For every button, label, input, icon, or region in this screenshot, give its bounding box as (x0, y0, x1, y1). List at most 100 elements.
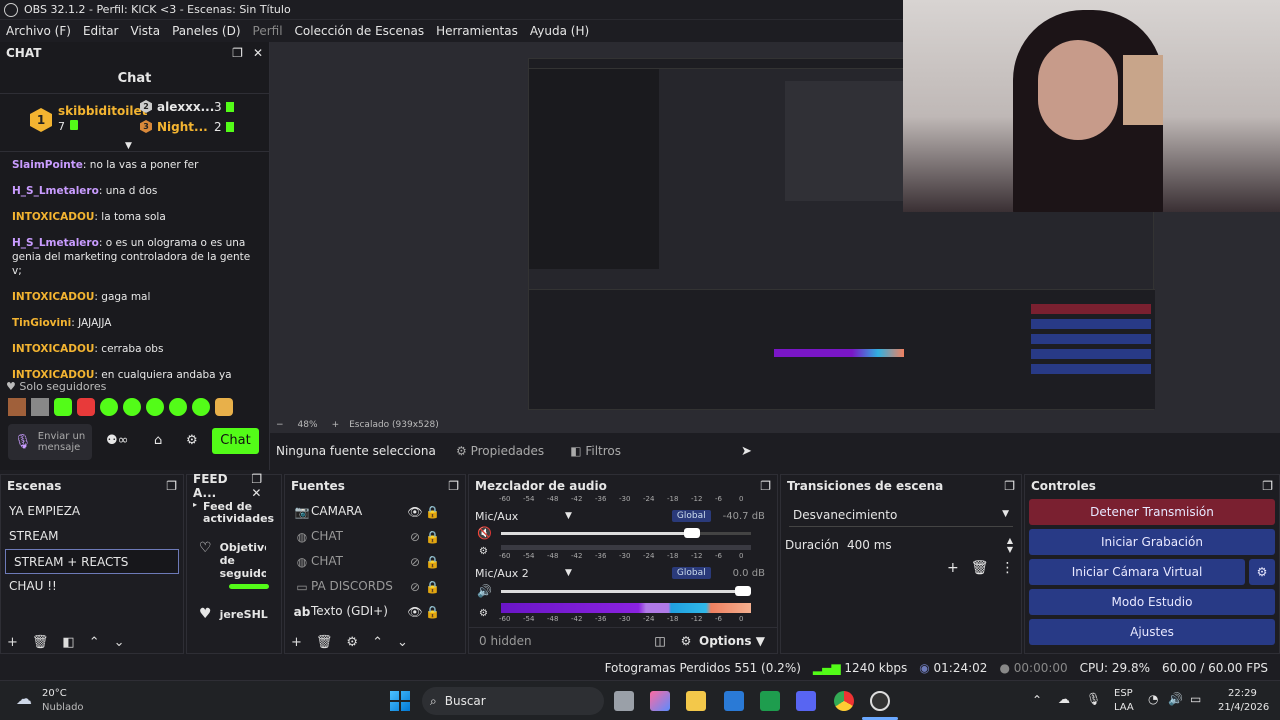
more-icon[interactable]: ⋮ (1001, 561, 1015, 575)
layout-icon[interactable]: ◫ (647, 635, 673, 647)
store-icon[interactable]: ⌂ (154, 434, 162, 447)
eye-hidden-icon[interactable]: ⊘ (405, 556, 425, 568)
float-icon[interactable]: ❐ (760, 480, 771, 492)
start-icon[interactable] (390, 691, 410, 711)
emote-icon[interactable] (123, 398, 141, 416)
muted-speaker-icon[interactable]: 🔇 (477, 527, 492, 539)
add-icon[interactable]: + (7, 636, 18, 649)
close-icon[interactable]: ✕ (253, 47, 263, 59)
chevron-up-icon[interactable]: ⌃ (372, 636, 383, 649)
chevron-down-icon[interactable]: ⌄ (397, 636, 408, 649)
float-icon[interactable]: ❐ (448, 480, 459, 492)
scene-item[interactable]: YA EMPIEZA (1, 499, 183, 524)
menu-paneles[interactable]: Paneles (D) (166, 24, 246, 38)
start-virtual-camera-button[interactable]: Iniciar Cámara Virtual (1029, 559, 1245, 585)
emote-icon[interactable] (31, 398, 49, 416)
store-icon[interactable] (796, 691, 816, 711)
task-view-icon[interactable] (614, 691, 634, 711)
menu-archivo[interactable]: Archivo (F) (0, 24, 77, 38)
lock-icon[interactable]: 🔒 (425, 506, 440, 518)
emote-icon[interactable] (100, 398, 118, 416)
lock-icon[interactable]: 🔒 (425, 581, 440, 593)
chrome-icon[interactable] (834, 691, 854, 711)
emote-icon[interactable] (8, 398, 26, 416)
filter-icon[interactable]: ◧ (62, 636, 74, 649)
emote-icon[interactable] (169, 398, 187, 416)
taskbar-search[interactable]: ⌕ Buscar (422, 687, 604, 715)
clock-date[interactable]: 21/4/2026 (1218, 702, 1269, 713)
close-icon[interactable]: ✕ (251, 487, 261, 499)
source-item[interactable]: ▭ PA DISCORDS ⊘ 🔒 (285, 574, 465, 599)
emote-icon[interactable] (192, 398, 210, 416)
obs-icon[interactable] (870, 691, 890, 711)
lock-icon[interactable]: 🔒 (425, 606, 440, 618)
filters-button[interactable]: ◧ Filtros (570, 444, 621, 458)
fader-knob[interactable] (683, 528, 700, 538)
chat-input[interactable]: 🎙 Enviar un mensaje (8, 424, 92, 460)
menu-coleccion[interactable]: Colección de Escenas (289, 24, 431, 38)
source-item[interactable]: 📷 CAMARA 👁 🔒 (285, 499, 465, 524)
chevron-down-icon[interactable]: ▼ (565, 568, 572, 578)
emote-icon[interactable] (215, 398, 233, 416)
clock-time[interactable]: 22:29 (1228, 688, 1257, 699)
add-icon[interactable]: + (291, 636, 302, 649)
trash-icon[interactable]: 🗑 (32, 636, 49, 649)
eye-hidden-icon[interactable]: ⊘ (405, 531, 425, 543)
eye-icon[interactable]: 👁 (405, 506, 425, 518)
settings-button[interactable]: Ajustes (1029, 619, 1275, 645)
file-explorer-icon[interactable] (686, 691, 706, 711)
chat-send-button[interactable]: Chat (212, 428, 259, 454)
microphone-icon[interactable]: 🎙 (14, 435, 32, 449)
menu-ayuda[interactable]: Ayuda (H) (524, 24, 595, 38)
copilot-icon[interactable] (650, 691, 670, 711)
menu-herramientas[interactable]: Herramientas (430, 24, 524, 38)
gear-icon[interactable]: ⚙ (346, 636, 358, 649)
chevron-up-icon[interactable]: ⌃ (89, 636, 100, 649)
virtual-camera-settings-button[interactable]: ⚙ (1249, 559, 1275, 585)
menu-vista[interactable]: Vista (124, 24, 166, 38)
float-icon[interactable]: ❐ (1004, 480, 1015, 492)
scene-item-selected[interactable]: STREAM + REACTS (5, 549, 179, 574)
volume-fader[interactable] (501, 528, 751, 538)
gear-icon[interactable]: ⚙ (479, 609, 488, 619)
language-code[interactable]: ESP (1114, 688, 1133, 699)
keyboard-layout[interactable]: LAA (1114, 702, 1134, 713)
transition-select[interactable]: Desvanecimiento ▼ (789, 503, 1013, 527)
spinner-icon[interactable]: ▲ ▼ (1007, 536, 1013, 554)
chevron-down-icon[interactable]: ▼ (565, 511, 572, 521)
speaker-icon[interactable]: 🔊 (477, 585, 492, 597)
menu-perfil[interactable]: Perfil (247, 24, 289, 38)
chevron-up-icon[interactable]: ⌃ (1032, 694, 1042, 706)
gear-icon[interactable]: ⚙ (479, 547, 488, 557)
float-icon[interactable]: ❐ (166, 480, 177, 492)
trash-icon[interactable]: 🗑 (316, 636, 333, 649)
trash-icon[interactable]: 🗑 (971, 561, 989, 575)
settings-icon[interactable]: ⚙ (673, 635, 699, 647)
menu-editar[interactable]: Editar (77, 24, 125, 38)
volume-fader[interactable] (501, 586, 751, 596)
users-icon[interactable]: ⚉∞ (106, 434, 128, 447)
stop-stream-button[interactable]: Detener Transmisión (1029, 499, 1275, 525)
chevron-down-icon[interactable]: ⌄ (114, 636, 125, 649)
eye-hidden-icon[interactable]: ⊘ (405, 581, 425, 593)
battery-icon[interactable]: ▭ (1190, 693, 1201, 705)
scene-item[interactable]: STREAM (1, 524, 183, 549)
duration-input[interactable]: 400 ms (847, 538, 1007, 552)
microphone-icon[interactable]: 🎙 (1086, 693, 1101, 705)
fader-knob[interactable] (735, 586, 751, 596)
source-item[interactable]: ab Texto (GDI+) 👁 🔒 (285, 599, 465, 624)
float-icon[interactable]: ❐ (232, 47, 243, 59)
emote-icon[interactable] (77, 398, 95, 416)
notepad-icon[interactable] (724, 691, 744, 711)
properties-button[interactable]: ⚙ Propiedades (456, 444, 544, 458)
studio-mode-button[interactable]: Modo Estudio (1029, 589, 1275, 615)
add-icon[interactable]: + (947, 561, 959, 575)
start-recording-button[interactable]: Iniciar Grabación (1029, 529, 1275, 555)
float-icon[interactable]: ❐ (251, 473, 262, 485)
expand-icon[interactable]: ▼ (125, 142, 132, 151)
plus-icon[interactable]: + (332, 420, 340, 430)
eye-icon[interactable]: 👁 (405, 606, 425, 618)
excel-icon[interactable] (760, 691, 780, 711)
options-button[interactable]: Options ▼ (699, 634, 765, 648)
gear-icon[interactable]: ⚙ (186, 434, 198, 447)
